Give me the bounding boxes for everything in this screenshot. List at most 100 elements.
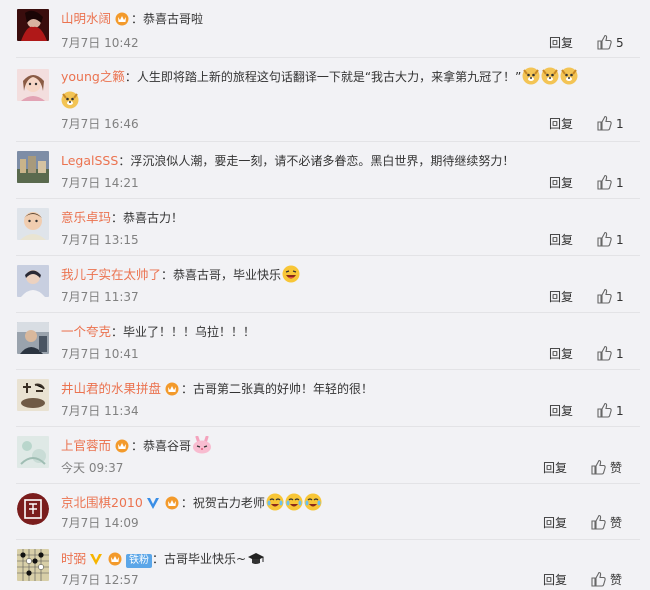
comment-text: 浮沉浪似人潮，要走一刻，请不必诸多眷恋。黑白世界，期待继续努力！ [130, 154, 515, 168]
crying-laugh-emoji-icon [285, 493, 303, 511]
comment-text: 恭喜古力！ [123, 211, 184, 225]
reply-button[interactable]: 回复 [549, 34, 573, 51]
username[interactable]: 上官蓉而 [61, 438, 111, 453]
comment-item: 意乐卓玛：恭喜古力！ 7月7日 13:15 回复 1 [0, 199, 650, 256]
avatar[interactable] [17, 208, 49, 240]
reply-button[interactable]: 回复 [543, 571, 567, 588]
doge-emoji-icon [541, 67, 559, 85]
reply-button[interactable]: 回复 [549, 288, 573, 305]
verified-v-icon [145, 495, 161, 517]
doge-emoji-icon [61, 91, 79, 109]
reply-button[interactable]: 回复 [549, 231, 573, 248]
username[interactable]: young之籁 [61, 69, 125, 84]
comment-item: 井山君的水果拼盘 ：古哥第二张真的好帅！年轻的很！ 7月7日 11:34 回复 1 [0, 370, 650, 427]
thumbs-up-icon [590, 514, 606, 533]
comment-list: 山明水阔 ：恭喜古哥啦 7月7日 10:42 回复 5 young之籁：人生即将踏… [0, 0, 650, 590]
comment-time: 7月7日 10:41 [61, 347, 139, 361]
like-count: 1 [616, 347, 624, 361]
reply-button[interactable]: 回复 [549, 402, 573, 419]
comment-text: 毕业了！！！乌拉！！！ [123, 325, 256, 339]
vip-crown-icon [113, 11, 131, 33]
comment-time: 今天 09:37 [61, 461, 124, 475]
avatar[interactable] [17, 379, 49, 411]
like-count: 5 [616, 36, 624, 50]
thumbs-up-icon [596, 345, 612, 364]
comment-time: 7月7日 10:42 [61, 36, 139, 50]
comment-item: 一个夸克：毕业了！！！乌拉！！！ 7月7日 10:41 回复 1 [0, 313, 650, 370]
comment-item: 时弼 铁粉 ：古哥毕业快乐~ 7月7日 12:57 回复 赞 [0, 540, 650, 590]
colon: ： [111, 211, 124, 225]
like-count: 1 [616, 117, 624, 131]
colon: ： [161, 268, 174, 282]
reply-button[interactable]: 回复 [549, 345, 573, 362]
colon: ： [124, 70, 137, 84]
comment-time: 7月7日 14:09 [61, 516, 139, 530]
avatar[interactable] [17, 493, 49, 525]
like-button[interactable]: 赞 [590, 459, 622, 478]
thumbs-up-icon [596, 402, 612, 421]
vip-crown-icon [113, 438, 131, 460]
laughing-emoji-icon [282, 265, 300, 283]
colon: ： [118, 154, 131, 168]
username[interactable]: 一个夸克 [61, 324, 111, 339]
comment-time: 7月7日 16:46 [61, 117, 139, 131]
thumbs-up-icon [596, 34, 612, 53]
thumbs-up-icon [596, 115, 612, 134]
fan-badge: 铁粉 [126, 554, 153, 568]
like-label: 赞 [610, 573, 623, 587]
avatar[interactable] [17, 69, 49, 101]
like-button[interactable]: 1 [596, 345, 624, 364]
avatar[interactable] [17, 436, 49, 468]
comment-item: LegalSSS：浮沉浪似人潮，要走一刻，请不必诸多眷恋。黑白世界，期待继续努力… [0, 142, 650, 199]
crying-laugh-emoji-icon [266, 493, 284, 511]
like-count: 1 [616, 233, 624, 247]
comment-item: 上官蓉而 ：恭喜谷哥 今天 09:37 回复 赞 [0, 427, 650, 484]
username[interactable]: 我儿子实在太帅了 [61, 267, 161, 282]
avatar[interactable] [17, 151, 49, 183]
avatar[interactable] [17, 9, 49, 41]
comment-time: 7月7日 14:21 [61, 176, 139, 190]
like-button[interactable]: 1 [596, 231, 624, 250]
comment-time: 7月7日 11:34 [61, 404, 139, 418]
like-button[interactable]: 1 [596, 174, 624, 193]
thumbs-up-icon [596, 174, 612, 193]
comment-text: 古哥毕业快乐~ [164, 552, 247, 566]
username[interactable]: 意乐卓玛 [61, 210, 111, 225]
like-button[interactable]: 5 [596, 34, 624, 53]
like-label: 赞 [610, 461, 623, 475]
like-button[interactable]: 赞 [590, 571, 622, 590]
username[interactable]: LegalSSS [61, 153, 118, 168]
reply-button[interactable]: 回复 [549, 174, 573, 191]
colon: ： [131, 12, 144, 26]
comment-time: 7月7日 13:15 [61, 233, 139, 247]
vip-crown-icon [106, 551, 124, 573]
username[interactable]: 井山君的水果拼盘 [61, 381, 161, 396]
comment-text: 恭喜谷哥 [143, 439, 192, 453]
thumbs-up-icon [590, 459, 606, 478]
username[interactable]: 京北围棋2010 [61, 495, 143, 510]
avatar[interactable] [17, 265, 49, 297]
vip-crown-icon [163, 495, 181, 517]
colon: ： [111, 325, 124, 339]
thumbs-up-icon [596, 288, 612, 307]
like-count: 1 [616, 176, 624, 190]
thumbs-up-icon [596, 231, 612, 250]
username[interactable]: 山明水阔 [61, 11, 111, 26]
colon: ： [180, 496, 193, 510]
comment-text: 祝贺古力老师 [192, 496, 265, 510]
comment-item: young之籁：人生即将踏上新的旅程这句话翻译一下就是“我古大力，来拿第九冠了！… [0, 58, 650, 142]
reply-button[interactable]: 回复 [543, 459, 567, 476]
avatar[interactable] [17, 549, 49, 581]
colon: ： [131, 439, 144, 453]
reply-button[interactable]: 回复 [543, 514, 567, 531]
like-button[interactable]: 1 [596, 402, 624, 421]
like-button[interactable]: 1 [596, 288, 624, 307]
like-button[interactable]: 赞 [590, 514, 622, 533]
comment-item: 我儿子实在太帅了：恭喜古哥，毕业快乐 7月7日 11:37 回复 1 [0, 256, 650, 313]
like-button[interactable]: 1 [596, 115, 624, 134]
username[interactable]: 时弼 [61, 551, 86, 566]
reply-button[interactable]: 回复 [549, 115, 573, 132]
crying-laugh-emoji-icon [304, 493, 322, 511]
verified-v-yellow-icon [88, 551, 104, 573]
avatar[interactable] [17, 322, 49, 354]
